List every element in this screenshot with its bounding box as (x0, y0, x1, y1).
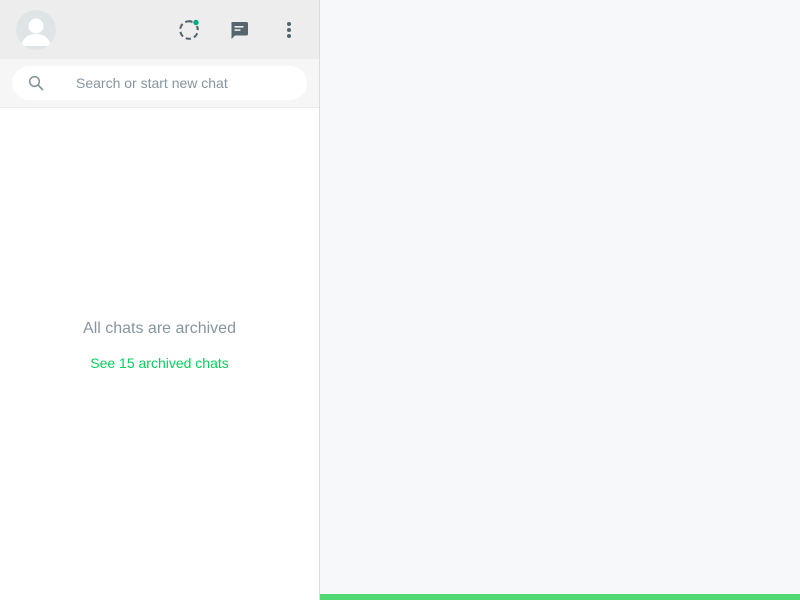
menu-icon (287, 21, 291, 38)
status-icon (179, 18, 200, 40)
chat-list: All chats are archived See 15 archived c… (0, 108, 319, 600)
empty-state-title: All chats are archived (83, 319, 236, 337)
bottom-accent-bar (320, 594, 800, 600)
search-bar (0, 59, 319, 108)
menu-button[interactable] (271, 12, 307, 48)
see-archived-chats-link[interactable]: See 15 archived chats (90, 355, 229, 371)
search-box[interactable] (12, 66, 307, 100)
search-icon[interactable] (28, 75, 52, 91)
conversation-pane (320, 0, 800, 600)
new-chat-icon (231, 21, 248, 39)
header-icons (171, 12, 307, 48)
status-button[interactable] (171, 12, 207, 48)
search-input[interactable] (76, 75, 276, 91)
user-avatar-icon (21, 18, 51, 46)
sidebar-header (0, 0, 319, 59)
left-pane: All chats are archived See 15 archived c… (0, 0, 320, 600)
app-window: All chats are archived See 15 archived c… (0, 0, 800, 600)
avatar[interactable] (16, 9, 56, 50)
new-chat-button[interactable] (221, 12, 257, 48)
